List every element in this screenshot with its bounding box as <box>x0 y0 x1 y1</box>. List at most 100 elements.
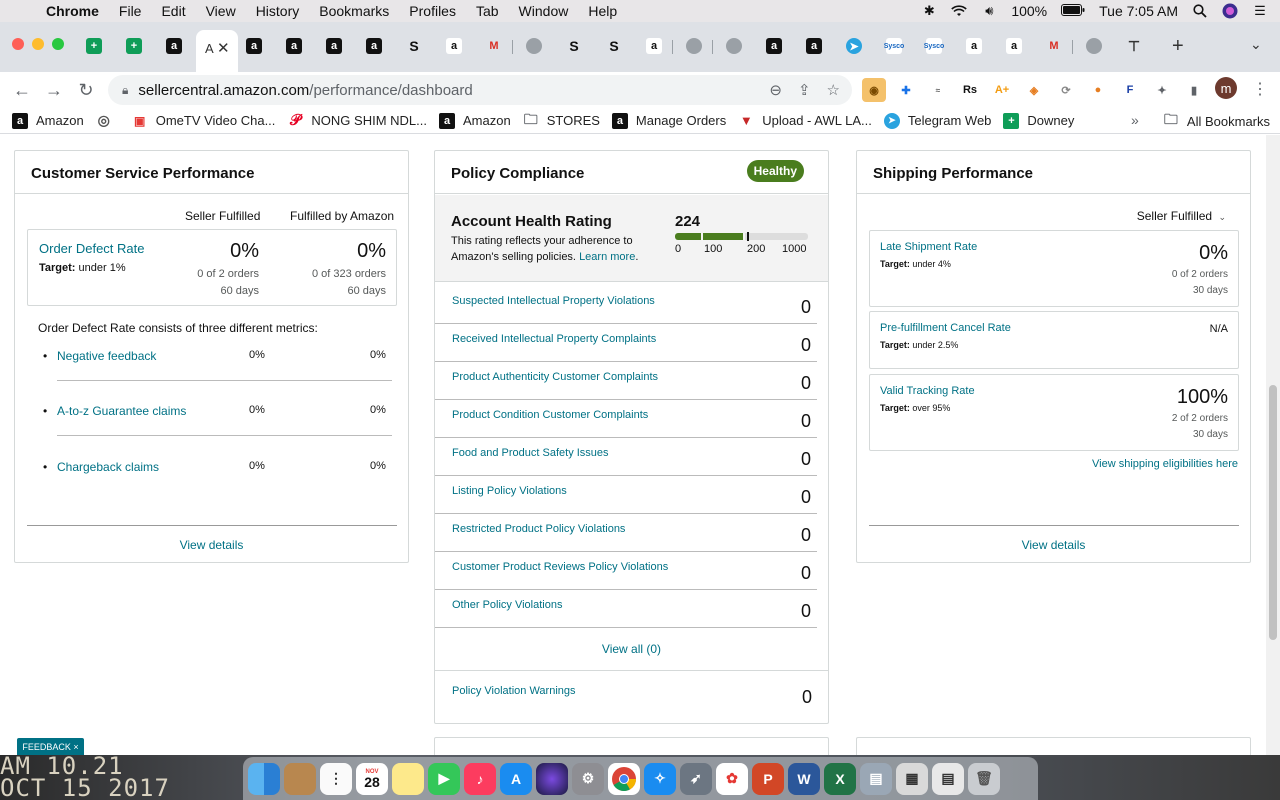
menu-bookmarks[interactable]: Bookmarks <box>309 3 399 19</box>
sheets-tab-icon[interactable]: + <box>126 38 142 54</box>
side-panel-icon[interactable]: ▮ <box>1182 78 1206 102</box>
menu-tab[interactable]: Tab <box>466 3 509 19</box>
view-details-link[interactable]: View details <box>15 538 408 552</box>
close-window-icon[interactable] <box>12 38 24 50</box>
safari-icon[interactable]: ✧ <box>644 762 676 795</box>
pre-fulfillment-cancel-rate-link[interactable]: Pre-fulfillment Cancel Rate <box>880 322 1011 334</box>
policy-violation-link[interactable]: Received Intellectual Property Complaint… <box>452 333 656 345</box>
zoom-window-icon[interactable] <box>52 38 64 50</box>
bookmark-ometv[interactable]: ▣ OmeTV Video Cha... <box>132 113 275 129</box>
volume-icon[interactable]: 🔊︎ <box>981 3 997 18</box>
gmail-tab-icon[interactable]: M <box>486 38 502 54</box>
policy-violation-link[interactable]: Suspected Intellectual Property Violatio… <box>452 295 655 307</box>
reload-button[interactable]: ↻ <box>70 80 102 101</box>
amazon-tab-icon[interactable]: a <box>366 38 382 54</box>
system-preferences-icon[interactable]: ⚙ <box>572 762 604 795</box>
gmail-tab-icon[interactable]: M <box>1046 38 1062 54</box>
launchpad-rocket-icon[interactable]: ➶ <box>680 762 712 795</box>
calendar-icon[interactable]: NOV 28 <box>356 762 388 795</box>
policy-violation-link[interactable]: Listing Policy Violations <box>452 485 567 497</box>
extension-icon[interactable]: Rs <box>958 78 982 102</box>
menu-edit[interactable]: Edit <box>151 3 195 19</box>
menu-window[interactable]: Window <box>509 3 579 19</box>
battery-icon[interactable] <box>1061 3 1085 19</box>
bookmark-awl-upload[interactable]: ▼ Upload - AWL LA... <box>738 113 872 129</box>
tab-favicon-icon[interactable]: ⊤ <box>1126 38 1142 54</box>
policy-violation-link[interactable]: Product Authenticity Customer Complaints <box>452 371 658 383</box>
shipping-eligibilities-link[interactable]: View shipping eligibilities here <box>1092 458 1238 470</box>
app-menu[interactable]: Chrome <box>40 3 109 19</box>
clock[interactable]: Tue 7:05 AM <box>1099 3 1178 19</box>
amazon-tab-icon[interactable]: a <box>766 38 782 54</box>
trash-icon[interactable]: 🗑︎ <box>968 762 1000 795</box>
sysco-tab-icon[interactable]: Sysco <box>884 38 904 54</box>
share-icon[interactable]: ⇪ <box>798 81 811 99</box>
view-all-link[interactable]: View all (0) <box>435 642 828 656</box>
sheets-tab-icon[interactable]: + <box>86 38 102 54</box>
new-tab-button[interactable]: + <box>1172 35 1184 58</box>
extension-icon[interactable]: ✚ <box>894 78 918 102</box>
reminders-icon[interactable]: ⋮ <box>320 762 352 795</box>
close-tab-icon[interactable]: ✕ <box>217 39 230 57</box>
policy-violation-link[interactable]: Product Condition Customer Complaints <box>452 409 648 421</box>
facetime-icon[interactable]: ▶ <box>428 762 460 795</box>
active-tab[interactable]: A ✕ <box>196 30 238 72</box>
policy-violation-link[interactable]: Other Policy Violations <box>452 599 562 611</box>
late-shipment-rate-link[interactable]: Late Shipment Rate <box>880 241 977 253</box>
bookmark-nong-shim[interactable]: 𝒫 NONG SHIM NDL... <box>287 112 427 129</box>
globe-tab-icon[interactable] <box>526 38 542 54</box>
menu-file[interactable]: File <box>109 3 152 19</box>
bookmark-manage-orders[interactable]: a Manage Orders <box>611 112 726 129</box>
more-bookmarks-chevron-icon[interactable]: » <box>1131 112 1139 128</box>
view-details-link[interactable]: View details <box>857 538 1250 552</box>
menu-history[interactable]: History <box>246 3 310 19</box>
bookmark-folder-stores[interactable]: 🗀 STORES <box>523 111 600 129</box>
address-bar[interactable]: 🔒︎ sellercentral.amazon.com /performance… <box>108 75 852 105</box>
wifi-icon[interactable] <box>951 4 968 18</box>
extension-icon[interactable]: ⟳ <box>1054 78 1078 102</box>
globe-tab-icon[interactable] <box>1086 38 1102 54</box>
sysco-tab-icon[interactable]: Sysco <box>924 38 944 54</box>
amazon-tab-icon[interactable]: a <box>646 38 662 54</box>
notes-book-icon[interactable] <box>284 762 316 795</box>
amazon-tab-icon[interactable]: a <box>246 38 262 54</box>
amazon-tab-icon[interactable]: a <box>446 38 462 54</box>
excel-icon[interactable]: X <box>824 762 856 795</box>
extension-icon[interactable]: F <box>1118 78 1142 102</box>
powerpoint-icon[interactable]: P <box>752 762 784 795</box>
policy-violation-link[interactable]: Customer Product Reviews Policy Violatio… <box>452 561 668 573</box>
bookmark-telegram[interactable]: ➤ Telegram Web <box>883 112 991 129</box>
amazon-tab-icon[interactable]: a <box>966 38 982 54</box>
order-defect-rate-link[interactable]: Order Defect Rate <box>39 241 145 256</box>
menu-profiles[interactable]: Profiles <box>399 3 466 19</box>
extensions-puzzle-icon[interactable]: ✦ <box>1150 78 1174 102</box>
stripe-tab-icon[interactable]: S <box>606 38 622 54</box>
chargeback-claims-link[interactable]: Chargeback claims <box>57 460 159 474</box>
amazon-tab-icon[interactable]: a <box>286 38 302 54</box>
a-to-z-claims-link[interactable]: A-to-z Guarantee claims <box>57 404 186 418</box>
stripe-tab-icon[interactable]: S <box>566 38 582 54</box>
extension-icon[interactable]: ≈ <box>926 78 950 102</box>
siri-icon[interactable] <box>1222 3 1238 19</box>
bookmark-star-icon[interactable]: ☆ <box>827 81 840 99</box>
telegram-tab-icon[interactable]: ➤ <box>846 38 862 54</box>
amazon-tab-icon[interactable]: a <box>1006 38 1022 54</box>
bookmark-amazon-2[interactable]: a Amazon <box>439 112 511 129</box>
spotlight-search-icon[interactable] <box>1192 4 1208 18</box>
chrome-menu-icon[interactable]: ⋮ <box>1252 79 1268 99</box>
music-icon[interactable]: ♪ <box>464 762 496 795</box>
extension-icon[interactable]: ◈ <box>1022 78 1046 102</box>
zoom-icon[interactable]: ⊖ <box>769 81 782 99</box>
learn-more-link[interactable]: Learn more <box>579 251 635 263</box>
chrome-icon[interactable] <box>608 762 640 795</box>
word-icon[interactable]: W <box>788 762 820 795</box>
policy-violation-warnings-link[interactable]: Policy Violation Warnings <box>452 685 576 697</box>
scrollbar-thumb[interactable] <box>1269 385 1277 640</box>
preview-icon[interactable]: ▤ <box>860 762 892 795</box>
amazon-tab-icon[interactable]: a <box>166 38 182 54</box>
control-center-icon[interactable]: ☰ <box>1252 3 1268 18</box>
tab-search-chevron-icon[interactable]: ⌄ <box>1250 36 1262 53</box>
photos-icon[interactable]: ✿ <box>716 762 748 795</box>
extension-icon[interactable]: A+ <box>990 78 1014 102</box>
back-button[interactable]: ← <box>6 80 38 101</box>
